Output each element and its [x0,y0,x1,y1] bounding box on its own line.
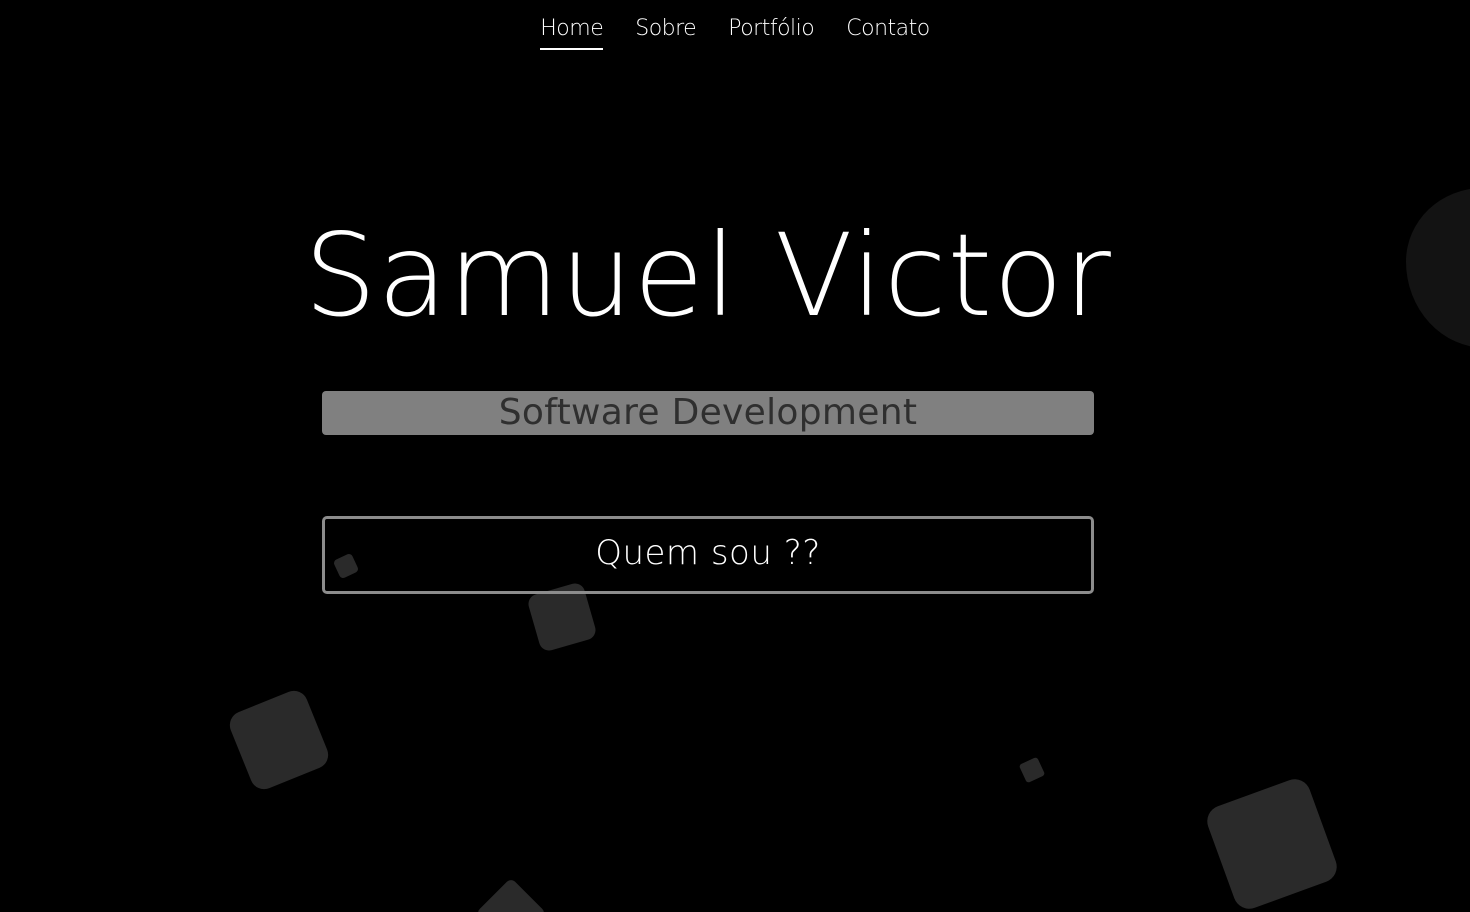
about-me-button[interactable]: Quem sou ?? [322,516,1094,594]
hero-name: Samuel Victor [304,209,1112,342]
home-page: Home Sobre Portfólio Contato Samuel Vict… [0,0,1470,912]
background-square [225,686,333,794]
background-square [475,877,547,912]
main-nav: Home Sobre Portfólio Contato [0,14,1470,50]
about-me-button-label: Quem sou ?? [595,533,821,573]
nav-link-portfolio[interactable]: Portfólio [728,14,815,50]
subtitle-bar: Software Development [322,391,1094,435]
nav-link-sobre[interactable]: Sobre [635,14,697,50]
nav-link-contato[interactable]: Contato [846,14,930,50]
nav-link-home[interactable]: Home [540,14,604,50]
background-square [1018,756,1046,784]
hero-subtitle: Software Development [498,392,918,433]
background-square [1202,774,1342,912]
